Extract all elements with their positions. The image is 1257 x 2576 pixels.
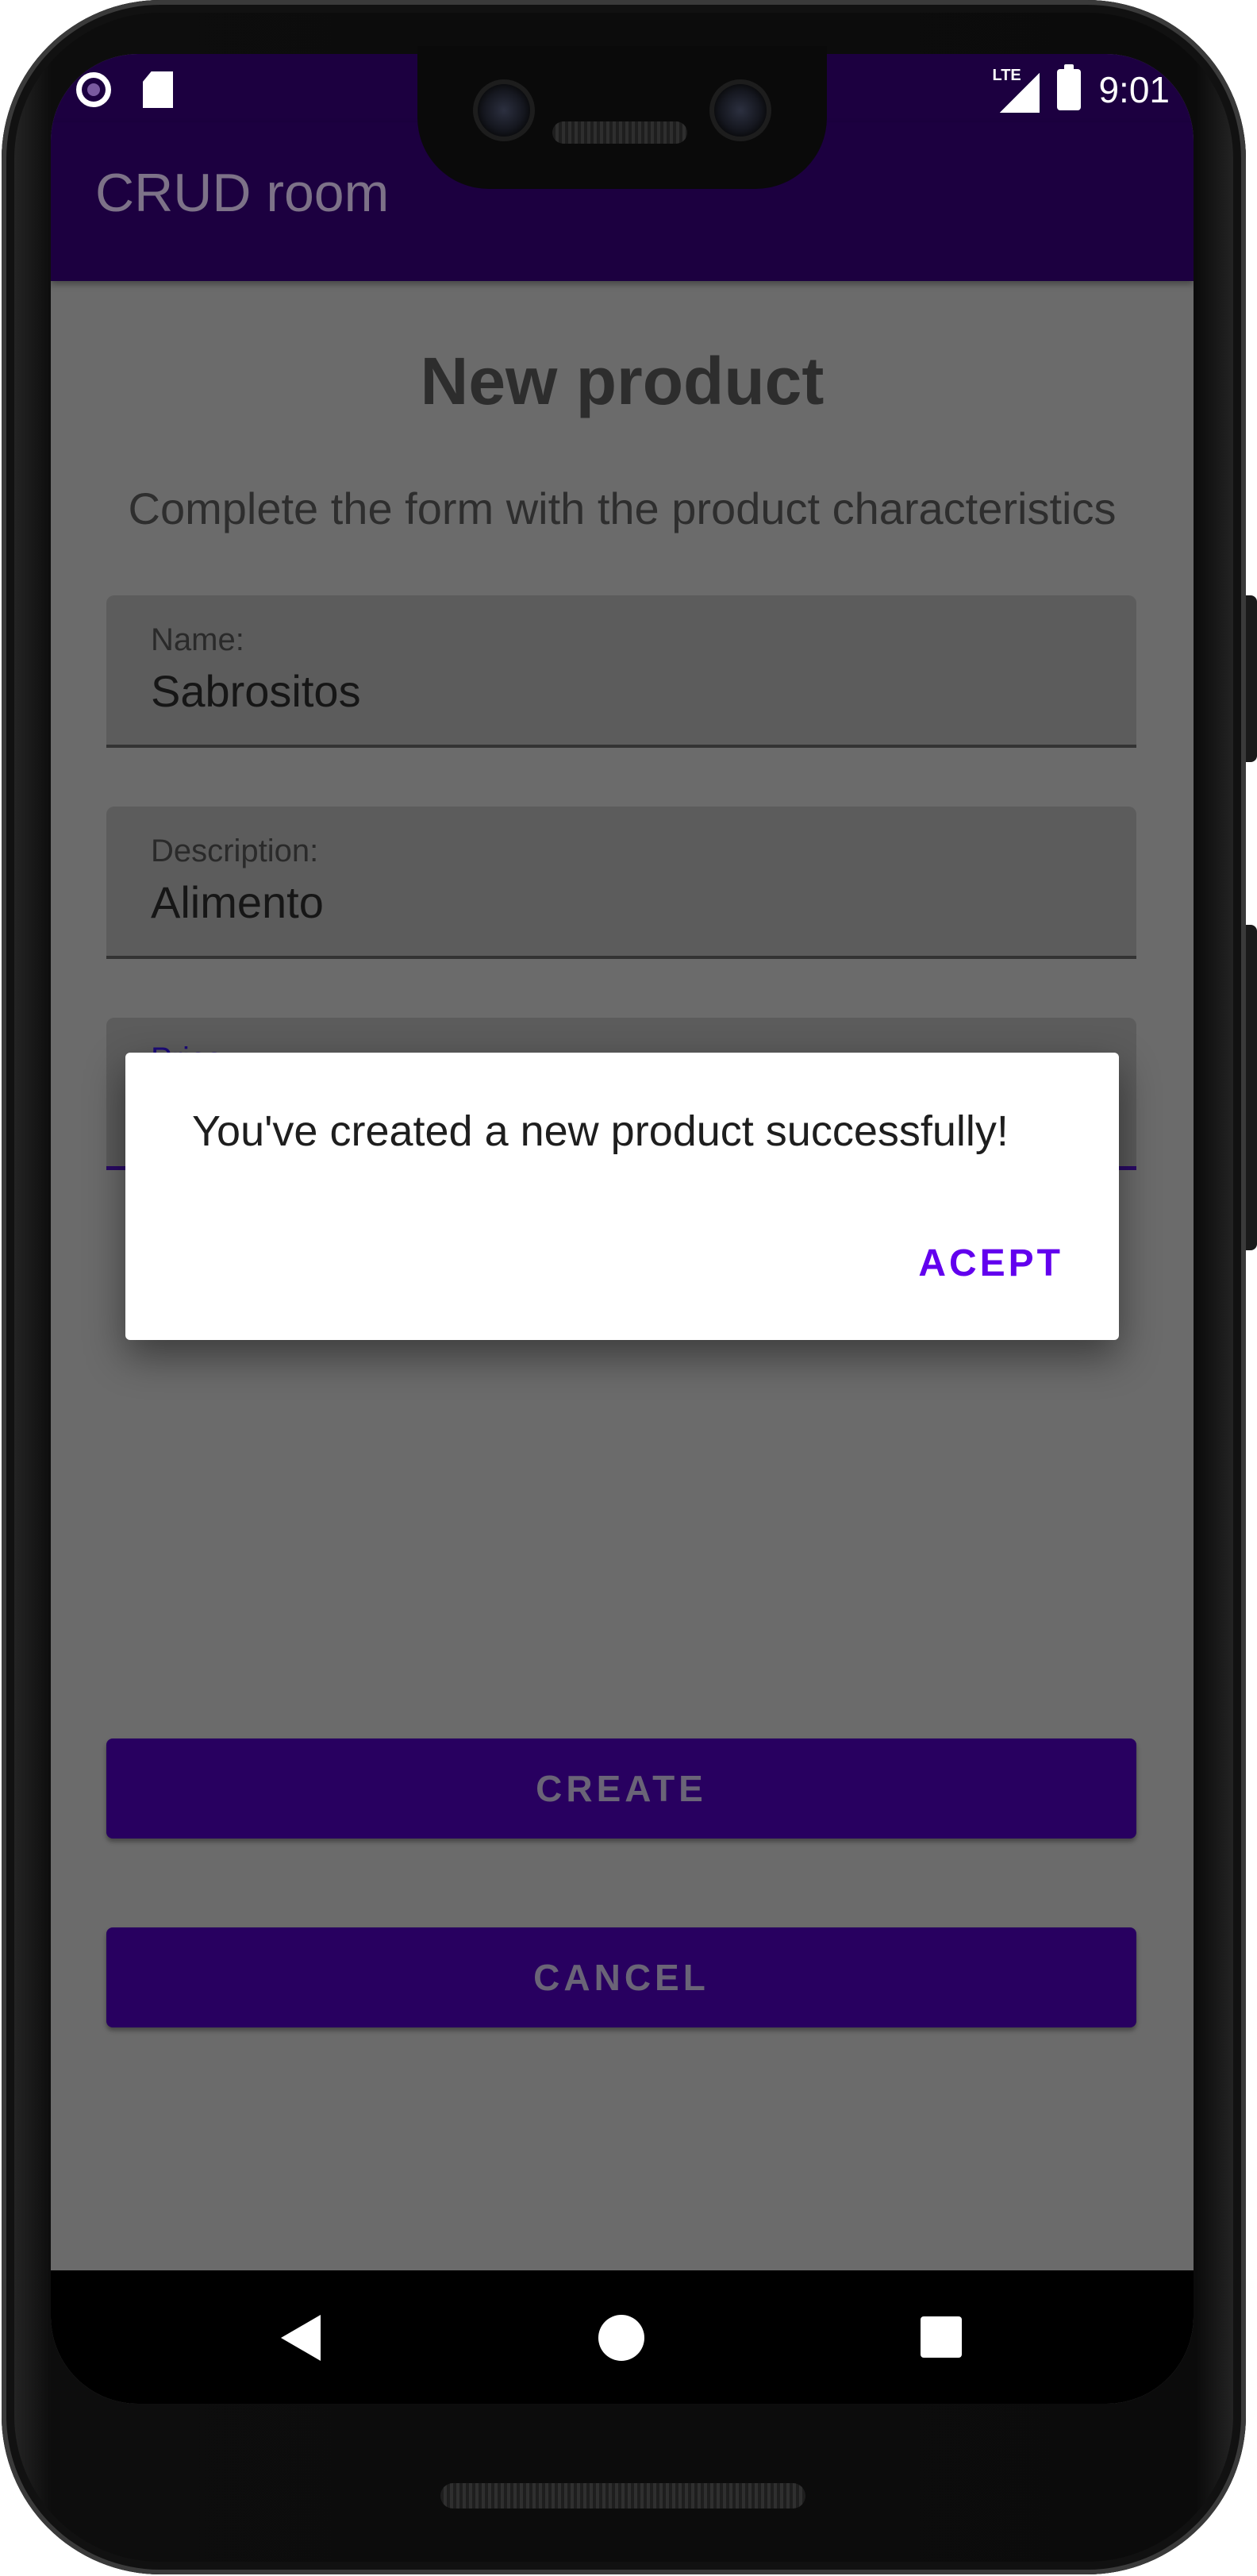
accept-button[interactable]: ACEPT xyxy=(918,1242,1063,1285)
page-subtitle: Complete the form with the product chara… xyxy=(128,483,1117,533)
description-field-label: Description: xyxy=(151,834,319,868)
power-button xyxy=(1246,595,1257,762)
record-icon xyxy=(76,72,111,107)
name-field-label: Name: xyxy=(151,622,244,657)
back-icon[interactable] xyxy=(281,2315,321,2361)
screen: LTE 9:01 CRUD room New product Complete … xyxy=(51,54,1194,2404)
status-left-icons xyxy=(76,71,173,108)
sd-card-icon xyxy=(143,71,173,108)
name-field-value: Sabrositos xyxy=(151,666,361,716)
home-icon[interactable] xyxy=(598,2315,644,2361)
recents-icon[interactable] xyxy=(921,2316,962,2358)
battery-icon xyxy=(1057,64,1082,110)
description-field-value: Alimento xyxy=(151,877,324,927)
dialog-message: You've created a new product successfull… xyxy=(192,1107,1009,1155)
lte-signal-icon: LTE xyxy=(992,67,1040,113)
status-clock: 9:01 xyxy=(1098,69,1170,110)
app-bar: CRUD room xyxy=(51,122,1194,281)
signal-strength-icon xyxy=(1000,73,1040,113)
app-title: CRUD room xyxy=(95,163,390,223)
name-field[interactable]: Name: Sabrositos xyxy=(106,595,1136,748)
volume-button xyxy=(1246,925,1257,1250)
navigation-bar xyxy=(51,2270,1194,2404)
page-heading: New product xyxy=(420,344,825,418)
success-dialog: You've created a new product successfull… xyxy=(125,1053,1119,1340)
cancel-button[interactable]: CANCEL xyxy=(106,1927,1136,2027)
bottom-speaker xyxy=(440,2483,805,2509)
phone-device: LTE 9:01 CRUD room New product Complete … xyxy=(0,0,1257,2576)
status-bar: LTE 9:01 xyxy=(51,54,1194,122)
status-right-icons: LTE 9:01 xyxy=(992,64,1170,113)
create-button[interactable]: CREATE xyxy=(106,1739,1136,1839)
description-field[interactable]: Description: Alimento xyxy=(106,807,1136,959)
